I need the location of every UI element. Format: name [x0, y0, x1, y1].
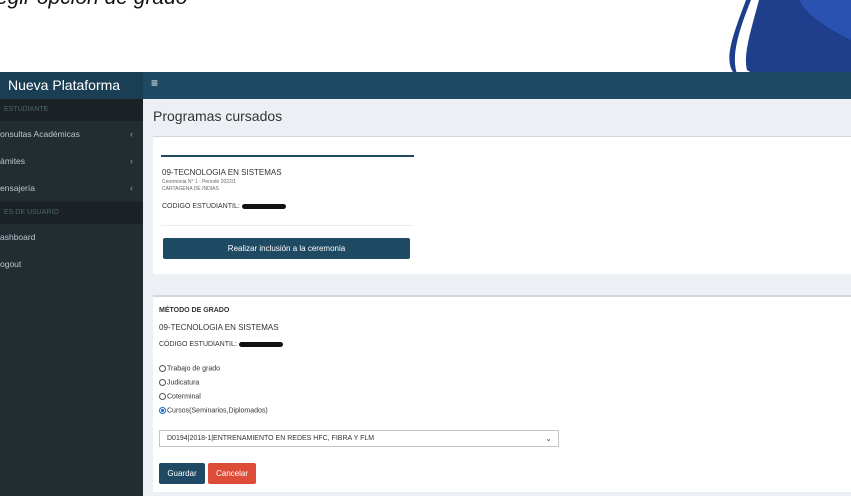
chevron-left-icon: ‹ [130, 156, 133, 166]
program-name: 09-TECNOLOGIA EN SISTEMAS [162, 168, 282, 177]
option-trabajo-de-grado[interactable]: Trabajo de grado [159, 365, 220, 372]
sidebar-item-label: ashboard [0, 232, 36, 242]
course-select-value: D0194|2018-1|ENTRENAMIENTO EN REDES HFC,… [167, 435, 375, 442]
chevron-down-icon: ⌄ [545, 434, 552, 443]
main-content: Programas cursados 09-TECNOLOGIA EN SIST… [143, 99, 851, 496]
cancel-button[interactable]: Cancelar [208, 463, 256, 484]
course-select[interactable]: D0194|2018-1|ENTRENAMIENTO EN REDES HFC,… [159, 430, 559, 447]
divider [161, 225, 414, 226]
option-cursos[interactable]: Cursos(Seminarios,Diplomados) [159, 407, 268, 414]
option-judicatura[interactable]: Judicatura [159, 379, 199, 386]
chevron-left-icon: ‹ [130, 183, 133, 193]
sidebar-item-label: ensajería [0, 183, 35, 193]
sidebar-header-user: ES DE USUARIO [0, 202, 143, 224]
sidebar: ESTUDIANTE onsultas Académicas ‹ ámites … [0, 99, 143, 496]
student-code-label: CÓDIGO ESTUDIANTIL: [159, 341, 237, 348]
sidebar-item-dashboard[interactable]: ashboard [0, 224, 143, 251]
save-button[interactable]: Guardar [159, 463, 205, 484]
slide-title: egir opción de grado [0, 0, 187, 10]
redacted-code [238, 341, 283, 347]
ceremony-inclusion-button[interactable]: Realizar inclusión a la ceremonia [163, 238, 410, 259]
brand-logo[interactable]: Nueva Plataforma [0, 72, 143, 99]
option-coterminal[interactable]: Coterminal [159, 393, 201, 400]
top-navbar: Nueva Plataforma ≡ [0, 72, 851, 99]
sidebar-item-label: onsultas Académicas [0, 129, 80, 139]
student-code: CODIGO ESTUDIANTIL: [162, 203, 286, 210]
programs-box: 09-TECNOLOGIA EN SISTEMAS Ceremonia N° 1… [153, 136, 851, 274]
sidebar-item-mensajeria[interactable]: ensajería ‹ [0, 175, 143, 202]
app-window: Nueva Plataforma ≡ ESTUDIANTE onsultas A… [0, 72, 851, 496]
page-title: Programas cursados [153, 108, 283, 124]
sidebar-item-tramites[interactable]: ámites ‹ [0, 148, 143, 175]
sidebar-item-consultas[interactable]: onsultas Académicas ‹ [0, 121, 143, 148]
grade-method-student-code: CÓDIGO ESTUDIANTIL: [159, 341, 283, 348]
option-label: Trabajo de grado [167, 365, 221, 373]
sidebar-item-label: ogout [0, 259, 22, 269]
sidebar-item-logout[interactable]: ogout [0, 251, 143, 278]
chevron-left-icon: ‹ [130, 129, 133, 139]
redacted-code [241, 203, 286, 209]
city-name: CARTAGENA DE INDIAS [162, 186, 219, 192]
option-label: Cursos(Seminarios,Diplomados) [167, 407, 268, 415]
grade-method-program: 09-TECNOLOGIA EN SISTEMAS [159, 323, 279, 332]
student-code-label: CODIGO ESTUDIANTIL: [162, 203, 240, 210]
radio-button[interactable] [159, 379, 166, 386]
ceremony-info: Ceremonia N° 1 - Periodo 2022/1 [162, 179, 236, 185]
hamburger-icon[interactable]: ≡ [151, 76, 158, 90]
radio-button[interactable] [159, 393, 166, 400]
sidebar-header-student: ESTUDIANTE [0, 99, 143, 121]
grade-method-box: MÉTODO DE GRADO 09-TECNOLOGIA EN SISTEMA… [153, 295, 851, 492]
option-label: Judicatura [167, 379, 200, 387]
radio-button-selected[interactable] [159, 407, 166, 414]
sidebar-item-label: ámites [0, 156, 26, 166]
program-card: 09-TECNOLOGIA EN SISTEMAS Ceremonia N° 1… [161, 155, 414, 263]
radio-button[interactable] [159, 365, 166, 372]
grade-method-heading: MÉTODO DE GRADO [159, 307, 230, 314]
option-label: Coterminal [167, 393, 201, 401]
